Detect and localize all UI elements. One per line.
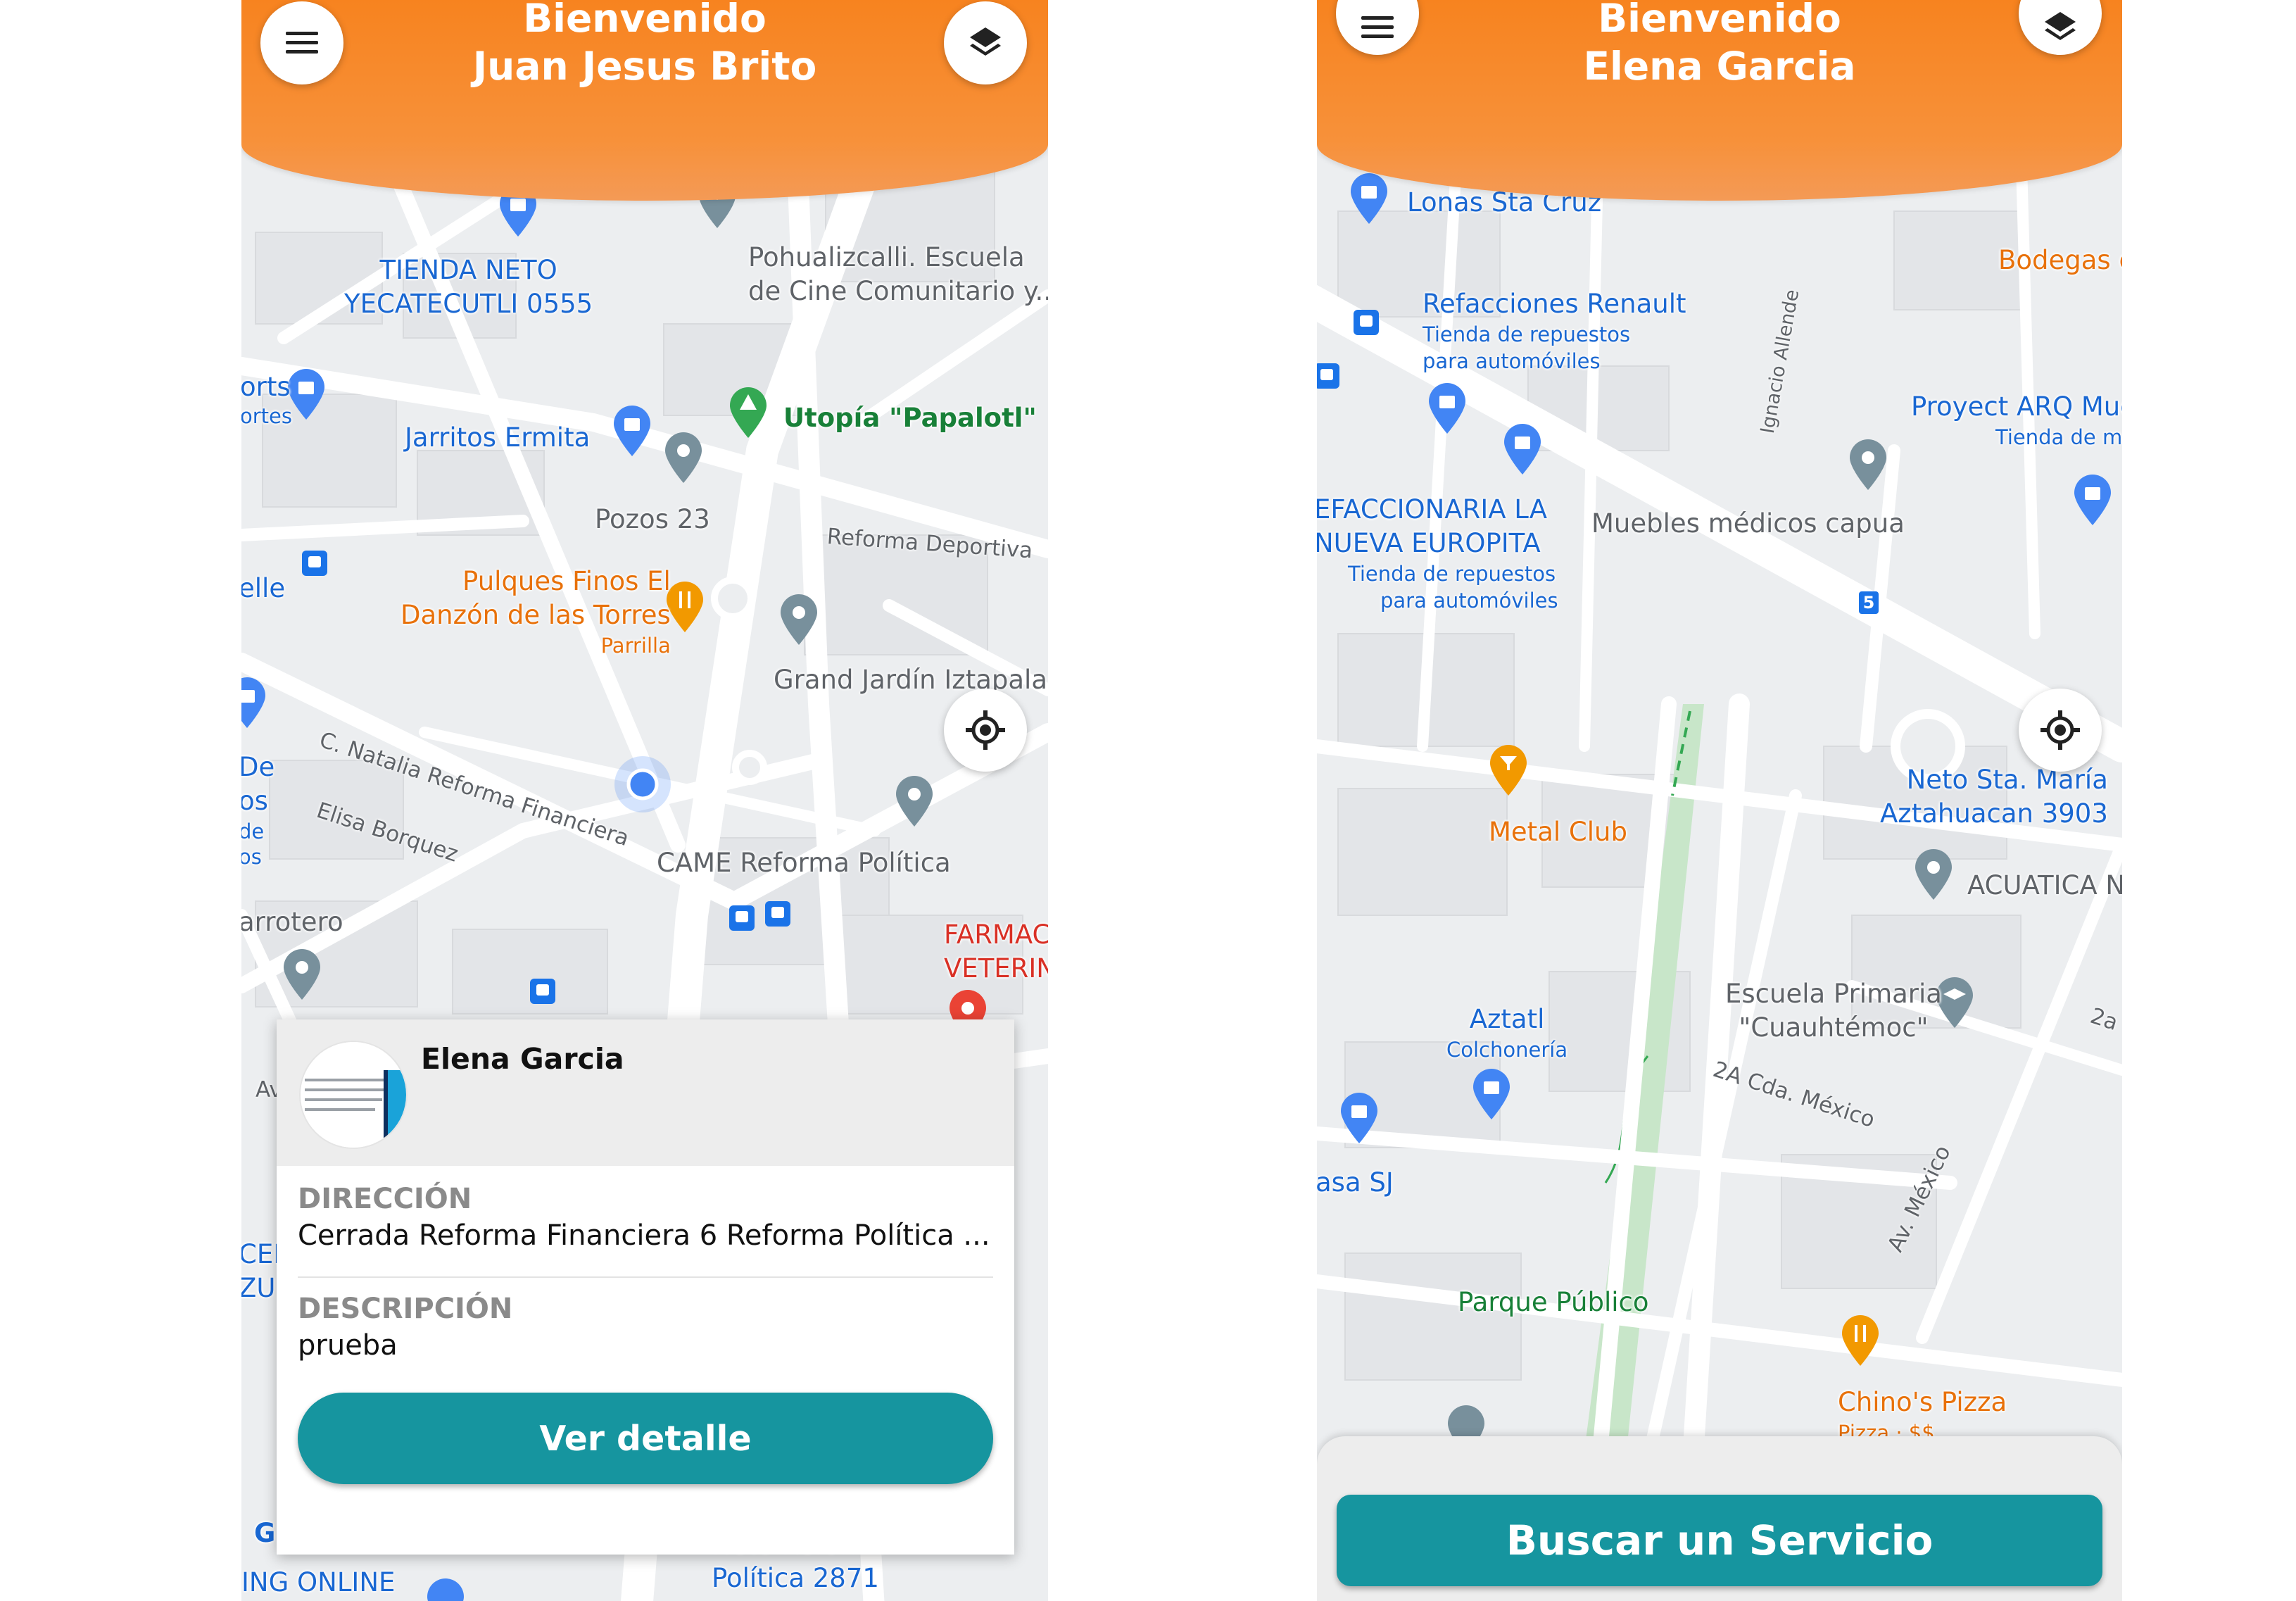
poi-escuela[interactable]: Escuela Primaria "Cuauhtémoc": [1725, 977, 1942, 1045]
shopping-bag-pin-icon[interactable]: [241, 676, 268, 729]
shopping-bag-pin-icon[interactable]: [1338, 1091, 1380, 1145]
layers-icon: [2045, 12, 2076, 40]
poi-ing-online[interactable]: ING ONLINE: [241, 1566, 395, 1600]
user-name: Juan Jesus Brito: [472, 44, 817, 89]
poi-refacciones[interactable]: Refacciones Renault Tienda de repuestos pa…: [1423, 287, 1686, 375]
poi-edge-text: De: [241, 752, 275, 782]
map-view[interactable]: 5 Lonas Sta Cruz Bodegas e Refacciones R…: [1317, 0, 2122, 1601]
poi-metal-club[interactable]: Metal Club: [1489, 815, 1627, 849]
bus-stop-icon[interactable]: [1354, 310, 1379, 335]
view-detail-button[interactable]: Ver detalle: [298, 1393, 993, 1484]
poi-farmacia[interactable]: FARMACIAVETERINARIA: [944, 918, 1048, 986]
right-screen: 5 Lonas Sta Cruz Bodegas e Refacciones R…: [1317, 0, 2122, 1601]
bus-stop-icon[interactable]: [1317, 363, 1339, 389]
poi-edge-text: de: [241, 820, 265, 843]
poi-edge-text: ZU: [241, 1273, 276, 1303]
layers-icon: [970, 27, 1001, 56]
layers-button[interactable]: [944, 1, 1027, 84]
bus-stop-icon[interactable]: [530, 979, 555, 1004]
card-header: Elena Garcia: [277, 1019, 1014, 1166]
welcome-text: Bienvenido: [1598, 0, 1841, 41]
address-value: Cerrada Reforma Financiera 6 Reforma Pol…: [298, 1219, 990, 1252]
search-service-button[interactable]: Buscar un Servicio: [1337, 1495, 2102, 1586]
user-location-dot: [614, 756, 671, 812]
poi-nueva-europita[interactable]: EFACCIONARIA LA NUEVA EUROPITA Tienda de r…: [1317, 493, 1558, 614]
place-pin-icon[interactable]: [662, 431, 705, 484]
poi-edge-text: os: [241, 845, 262, 869]
menu-icon: [286, 32, 318, 54]
poi-muebles[interactable]: Muebles médicos capua: [1591, 507, 1905, 541]
poi-proyect[interactable]: Proyect ARQ Mue Tienda de mu: [1911, 390, 2122, 451]
poi-neto-sta-maria[interactable]: Neto Sta. María Aztahuacan 3903: [1880, 763, 2108, 831]
place-pin-icon[interactable]: [893, 774, 935, 828]
poi-utopia[interactable]: Utopía "Papalotl": [783, 401, 1037, 435]
shopping-bag-pin-icon[interactable]: [611, 404, 653, 458]
description-value: prueba: [298, 1329, 398, 1362]
poi-edge-text: os: [241, 786, 268, 816]
menu-icon: [1361, 16, 1394, 38]
left-screen: TIENDA NETO YECATECUTLI 0555 Pohualizcall…: [241, 0, 1048, 1601]
shopping-bag-pin-icon[interactable]: [1426, 382, 1468, 435]
my-location-button[interactable]: [2019, 689, 2102, 772]
my-location-icon: [2040, 710, 2080, 750]
shopping-bag-pin-icon[interactable]: [424, 1577, 467, 1601]
app-header: Bienvenido Juan Jesus Brito: [241, 0, 1048, 201]
bus-stop-icon[interactable]: [729, 905, 755, 931]
place-pin-icon[interactable]: [281, 948, 323, 1001]
tree-pin-icon[interactable]: [727, 386, 769, 439]
poi-parque-publico[interactable]: Parque Público: [1458, 1286, 1648, 1319]
poi-edge-text: ortes: [241, 404, 292, 428]
poi-aztatl[interactable]: Aztatl Colchonería: [1446, 1003, 1568, 1063]
place-pin-icon[interactable]: [1847, 438, 1889, 491]
google-logo-letter: G: [254, 1518, 276, 1548]
provider-name: Elena Garcia: [421, 1042, 624, 1076]
bar-pin-icon[interactable]: [1487, 743, 1529, 797]
bus-stop-icon[interactable]: [302, 551, 327, 576]
poi-jarritos[interactable]: Jarritos Ermita: [405, 421, 590, 455]
my-location-button[interactable]: [944, 689, 1027, 772]
place-pin-icon[interactable]: [1912, 848, 1955, 901]
shopping-bag-pin-icon[interactable]: [1501, 422, 1544, 476]
card-divider: [298, 1276, 993, 1278]
poi-grand-jardin[interactable]: Grand Jardín Iztapalapa: [774, 663, 1048, 697]
menu-button[interactable]: [260, 1, 343, 84]
poi-acuatica[interactable]: ACUATICA N: [1967, 869, 2122, 903]
avatar-image: [301, 1042, 406, 1148]
poi-edge-text: elle: [241, 573, 286, 603]
shopping-bag-pin-icon[interactable]: [1470, 1067, 1513, 1121]
poi-edge-text: orts: [241, 372, 291, 402]
provider-info-card: Elena Garcia DIRECCIÓN Cerrada Reforma F…: [277, 1019, 1014, 1555]
poi-pulques[interactable]: Pulques Finos El Danzón de las Torres Parr…: [400, 565, 671, 659]
shopping-bag-pin-icon[interactable]: [2071, 473, 2114, 527]
user-name: Elena Garcia: [1583, 44, 1856, 89]
place-pin-icon[interactable]: [778, 593, 820, 646]
poi-pohualizcalli[interactable]: Pohualizcalli. Escuela de Cine Comunitari…: [748, 241, 1048, 308]
poi-bodegas[interactable]: Bodegas e: [1998, 244, 2122, 277]
route-number-badge: 5: [1859, 591, 1879, 614]
poi-came[interactable]: CAME Reforma Política: [657, 846, 951, 880]
description-label: DESCRIPCIÓN: [298, 1293, 513, 1325]
poi-casa-sj[interactable]: asa SJ: [1317, 1166, 1394, 1200]
poi-tienda-neto[interactable]: TIENDA NETO YECATECUTLI 0555: [344, 253, 593, 321]
shopping-bag-pin-icon[interactable]: [1348, 172, 1390, 225]
my-location-icon: [966, 710, 1005, 750]
app-header: Bienvenido Elena Garcia: [1317, 0, 2122, 201]
avatar[interactable]: [299, 1041, 408, 1149]
bus-stop-icon[interactable]: [765, 901, 790, 927]
restaurant-pin-icon[interactable]: [1839, 1314, 1881, 1367]
poi-pozos[interactable]: Pozos 23: [595, 503, 710, 536]
welcome-text: Bienvenido: [523, 0, 767, 41]
poi-edge-text: arrotero: [241, 907, 343, 937]
address-label: DIRECCIÓN: [298, 1183, 472, 1215]
